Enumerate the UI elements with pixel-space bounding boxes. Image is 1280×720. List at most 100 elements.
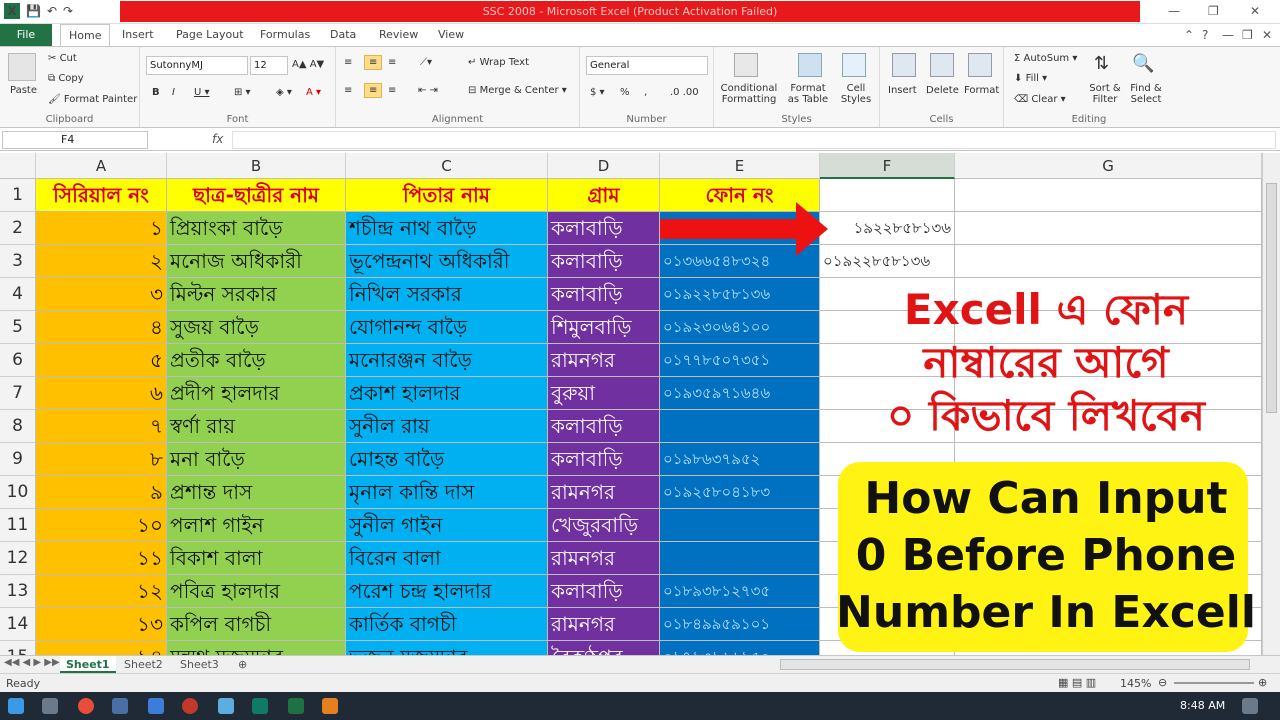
italic-icon[interactable]: I — [172, 87, 175, 98]
align-left-icon[interactable]: ≡ — [344, 85, 352, 96]
percent-icon[interactable]: % — [620, 87, 630, 98]
font-grow-icon[interactable]: A▲ A▼ — [292, 59, 324, 70]
cell-phone[interactable]: ০১৭৭৮৫০৭৩৫১ — [660, 344, 820, 377]
cell-father[interactable]: সুনীল গাইন — [346, 509, 548, 542]
cell-phone[interactable]: ০১৮৯৩৮১২৭৩৫ — [660, 575, 820, 608]
header-cell-serial[interactable]: সিরিয়াল নং — [36, 179, 167, 212]
cell-village[interactable]: কলাবাড়ি — [548, 278, 660, 311]
cell-father[interactable]: ভজন মজুমদার — [346, 641, 548, 655]
cell-father[interactable]: নিখিল সরকার — [346, 278, 548, 311]
cell-f1[interactable] — [820, 179, 955, 212]
cell-father[interactable]: মোহন্ত বাড়ৈ — [346, 443, 548, 476]
cell-serial[interactable]: ৫ — [36, 344, 167, 377]
column-header-f[interactable]: F — [820, 153, 955, 179]
column-header-c[interactable]: C — [346, 153, 548, 179]
cell-phone[interactable]: ০১৯২৫৮০৪১৮৩ — [660, 476, 820, 509]
cut-button[interactable]: ✂ Cut — [48, 53, 77, 64]
column-header-d[interactable]: D — [548, 153, 660, 179]
cell-styles-button[interactable]: Cell Styles — [836, 83, 876, 105]
number-format-select[interactable]: General — [586, 56, 708, 75]
cell-father[interactable]: শচীন্দ্র নাথ বাড়ৈ — [346, 212, 548, 245]
find-select-button[interactable]: Find & Select — [1126, 83, 1166, 105]
cell-village[interactable]: রামনগর — [548, 344, 660, 377]
header-cell-name[interactable]: ছাত্র-ছাত্রীর নাম — [167, 179, 346, 212]
insert-button[interactable]: Insert — [888, 85, 917, 96]
column-header-g[interactable]: G — [955, 153, 1262, 179]
autosum-button[interactable]: Σ AutoSum ▾ — [1014, 53, 1077, 64]
cell-name[interactable]: প্রশান্ত দাস — [167, 476, 346, 509]
record-icon[interactable] — [182, 698, 198, 714]
cell-father[interactable]: কার্তিক বাগচী — [346, 608, 548, 641]
cell-village[interactable]: বৈকুণ্ঠপুর — [548, 641, 660, 655]
decimal-icon[interactable]: .0 .00 — [670, 87, 699, 98]
undo-icon[interactable]: ↶ — [47, 4, 57, 18]
row-header-10[interactable]: 10 — [0, 476, 36, 509]
column-header-a[interactable]: A — [36, 153, 167, 179]
align-top-icon[interactable]: ≡ — [344, 57, 352, 68]
cell-serial[interactable]: ১২ — [36, 575, 167, 608]
sheet-tab-2[interactable]: Sheet2 — [118, 656, 169, 673]
font-size-select[interactable]: 12 — [250, 56, 288, 75]
font-name-select[interactable]: SutonnyMJ — [146, 56, 248, 75]
align-right-icon[interactable]: ≡ — [388, 85, 396, 96]
excel-taskbar-icon[interactable] — [288, 698, 304, 714]
zoom-slider[interactable] — [1174, 682, 1254, 684]
comma-icon[interactable]: , — [644, 87, 647, 98]
cell-serial[interactable]: ১০ — [36, 509, 167, 542]
help-icon[interactable]: ? — [1202, 28, 1208, 42]
cell-f2[interactable]: ১৯২২৮৫৮১৩৬ — [820, 212, 955, 245]
align-bottom-icon[interactable]: ≡ — [388, 57, 396, 68]
cell-phone[interactable]: ০১৯৮৬৩৭৯৫২ — [660, 443, 820, 476]
cell-phone[interactable]: ০১৮৪৯৯৫৯১০১ — [660, 608, 820, 641]
cell-serial[interactable]: ৩ — [36, 278, 167, 311]
clear-button[interactable]: ⌫ Clear ▾ — [1014, 94, 1066, 105]
cell-serial[interactable]: ১ — [36, 212, 167, 245]
cell-village[interactable]: কলাবাড়ি — [548, 410, 660, 443]
save-icon[interactable]: 💾 — [26, 4, 41, 18]
fill-button[interactable]: ⬇ Fill ▾ — [1014, 73, 1047, 84]
row-header-5[interactable]: 5 — [0, 311, 36, 344]
row-header-15[interactable]: 15 — [0, 641, 36, 655]
row-header-3[interactable]: 3 — [0, 245, 36, 278]
header-cell-father[interactable]: পিতার নাম — [346, 179, 548, 212]
cell-village[interactable]: কলাবাড়ি — [548, 443, 660, 476]
row-header-11[interactable]: 11 — [0, 509, 36, 542]
delete-button[interactable]: Delete — [926, 85, 959, 96]
view-buttons-icon[interactable]: ▦ ▤ ▥ — [1058, 676, 1096, 689]
column-header-b[interactable]: B — [167, 153, 346, 179]
tab-review[interactable]: Review — [379, 24, 418, 46]
cell-name[interactable]: বিকাশ বালা — [167, 542, 346, 575]
cell-serial[interactable]: ৪ — [36, 311, 167, 344]
cell-village[interactable]: কলাবাড়ি — [548, 245, 660, 278]
cell-phone[interactable] — [660, 542, 820, 575]
row-header-13[interactable]: 13 — [0, 575, 36, 608]
cell-serial[interactable]: ৬ — [36, 377, 167, 410]
indent-icon[interactable]: ⇤ ⇥ — [418, 85, 438, 96]
cell-village[interactable]: রামনগর — [548, 476, 660, 509]
cell-serial[interactable]: ৮ — [36, 443, 167, 476]
row-header-7[interactable]: 7 — [0, 377, 36, 410]
app-icon-2[interactable] — [148, 698, 164, 714]
cell-father[interactable]: সুনীল রায় — [346, 410, 548, 443]
tab-view[interactable]: View — [438, 24, 464, 46]
cell-phone[interactable]: ০১৭১৩১৬৬১৫০ — [660, 641, 820, 655]
sort-filter-button[interactable]: Sort & Filter — [1086, 83, 1124, 105]
cell-village[interactable]: বুরুয়া — [548, 377, 660, 410]
cell-village[interactable]: রামনগর — [548, 542, 660, 575]
doc-restore-icon[interactable]: ❐ — [1242, 28, 1253, 42]
cell-phone[interactable] — [660, 509, 820, 542]
cell-village[interactable]: রামনগর — [548, 608, 660, 641]
row-header-9[interactable]: 9 — [0, 443, 36, 476]
header-cell-village[interactable]: গ্রাম — [548, 179, 660, 212]
row-header-4[interactable]: 4 — [0, 278, 36, 311]
select-all-corner[interactable] — [0, 153, 36, 179]
tab-home[interactable]: Home — [60, 24, 111, 46]
row-header-1[interactable]: 1 — [0, 179, 36, 212]
cell-village[interactable]: কলাবাড়ি — [548, 575, 660, 608]
align-center-icon[interactable]: ≡ — [364, 83, 383, 98]
row-header-6[interactable]: 6 — [0, 344, 36, 377]
cell-g3[interactable] — [955, 245, 1262, 278]
cell-name[interactable]: কপিল বাগচী — [167, 608, 346, 641]
cell-father[interactable]: বিরেন বালা — [346, 542, 548, 575]
windows-start-icon[interactable] — [8, 698, 24, 714]
